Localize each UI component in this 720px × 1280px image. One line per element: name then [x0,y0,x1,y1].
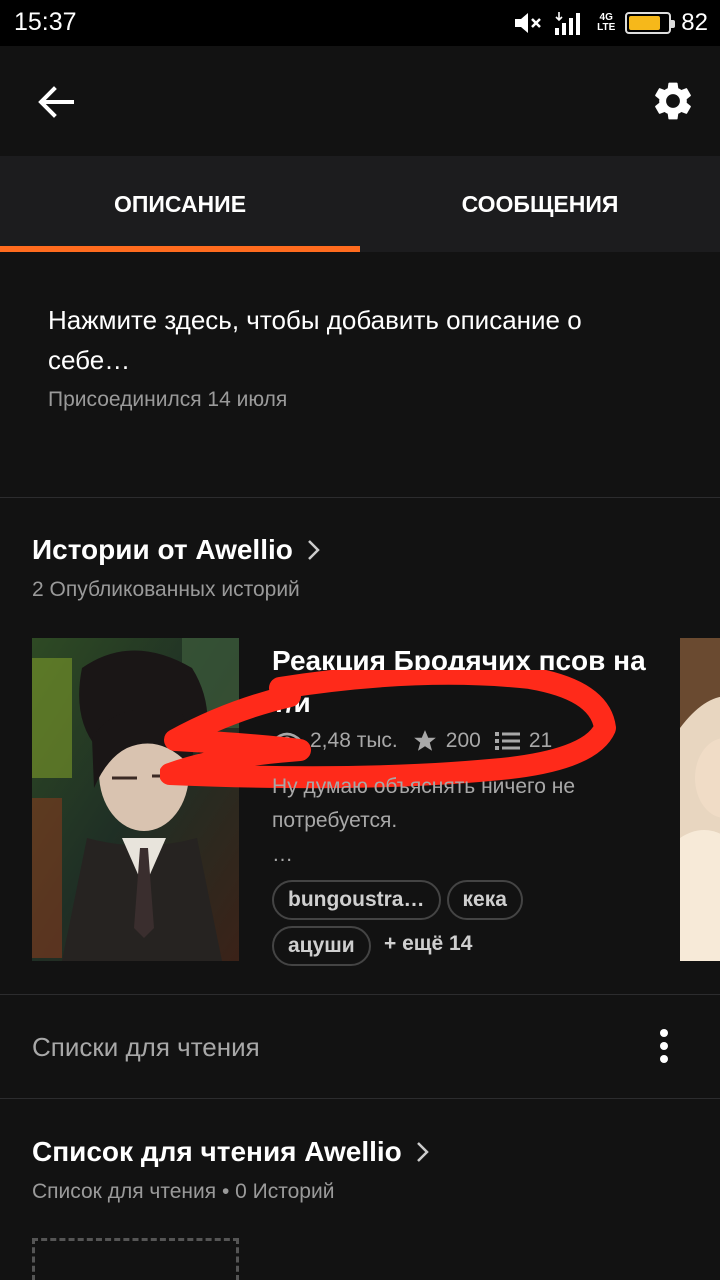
tab-messages[interactable]: СООБЩЕНИЯ [360,156,720,252]
battery-percent: 82 [681,9,708,36]
parts-stat: 21 [494,729,553,753]
stories-heading[interactable]: Истории от Awellio [32,534,321,566]
star-icon [413,730,436,751]
section-divider [0,994,720,995]
stories-heading-label: Истории от Awellio [32,534,293,565]
story-description-ellipsis: … [272,843,293,866]
network-type: 4G LTE [597,12,616,33]
status-icons: 4G LTE 82 [513,8,708,38]
views-stat: 2,48 тыс. [272,729,398,753]
reading-list-empty-slot[interactable] [32,1238,239,1280]
signal-icon [555,12,581,35]
section-divider [0,1098,720,1099]
reading-lists-label: Списки для чтения [32,1032,260,1062]
story-description-text: Ну думаю объяснять ничего не потребуется… [272,775,576,832]
stories-count: 2 Опубликованных историй [32,578,300,601]
tag-chip[interactable]: кека [446,880,523,920]
back-arrow-icon[interactable] [34,80,78,124]
story-tags: bungoustra… кека ацуши + ещё 14 [272,880,682,972]
reading-list-meta: Список для чтения • 0 Историй [32,1180,335,1203]
views-count: 2,48 тыс. [310,729,398,752]
parts-count: 21 [528,729,553,752]
story-title[interactable]: Реакция Бродячих псов на т/и [272,640,672,724]
chevron-right-icon [307,540,320,560]
add-description-prompt[interactable]: Нажмите здесь, чтобы добавить описание о… [48,300,668,380]
gear-icon[interactable] [650,78,696,124]
battery-icon [625,12,676,34]
story-cover-image[interactable] [32,638,239,961]
story-cover-image-2[interactable] [680,638,720,961]
joined-date: Присоединился 14 июля [48,388,288,411]
more-vertical-icon[interactable] [650,1028,678,1064]
votes-count: 200 [445,729,481,752]
tab-description[interactable]: ОПИСАНИЕ [0,156,360,252]
mute-icon [515,13,542,33]
profile-tabs: ОПИСАНИЕ СООБЩЕНИЯ [0,156,720,252]
status-time: 15:37 [14,8,77,36]
about-section: Нажмите здесь, чтобы добавить описание о… [0,252,720,498]
chevron-right-icon [416,1142,429,1162]
reading-list-heading[interactable]: Список для чтения Awellio [32,1136,430,1168]
reading-list-title: Список для чтения Awellio [32,1136,402,1167]
eye-icon [272,732,302,750]
app-bar [0,46,720,156]
votes-stat: 200 [412,728,481,754]
tag-chip[interactable]: bungoustra… [272,880,441,920]
tag-chip[interactable]: ацуши [272,926,371,966]
list-icon [494,732,520,750]
story-stats: 2,48 тыс. 200 21 [272,728,552,754]
story-description: Ну думаю объяснять ничего не потребуется… [272,770,662,872]
status-bar: 15:37 4G LTE 82 [0,0,720,46]
more-tags-link[interactable]: + ещё 14 [384,932,472,956]
